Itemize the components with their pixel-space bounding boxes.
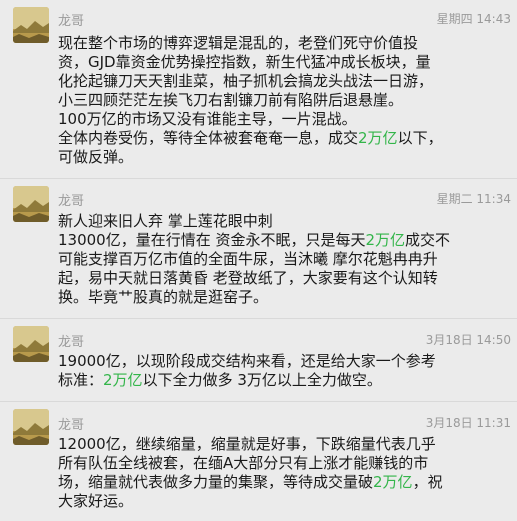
message-item: 龙哥 3月18日 11:31 12000亿，继续缩量，缩量就是好事，下跌缩量代表… [0,402,517,521]
message-line: 换。毕竟艹股真的就是逛窑子。 [58,288,428,307]
message-item: 龙哥 星期四 14:43 现在整个市场的博弈逻辑是混乱的，老登们死守价值投 资，G… [0,0,517,178]
message-content: 12000亿，继续缩量，缩量就是好事，下跌缩量代表几乎 所有队伍全线被套，在缅A大… [58,435,443,511]
message-line: 100万亿的市场又没有谁能主导，一片混战。 [58,110,428,129]
highlighted-amount: 2万亿 [365,231,406,249]
message-line: 现在整个市场的博弈逻辑是混乱的，老登们死守价值投 [58,34,428,53]
message-line: 12000亿，继续缩量，缩量就是好事，下跌缩量代表几乎 [58,435,436,454]
message-text: 场，缩量就代表做多力量的集聚，等待成交量破 [58,473,374,491]
message-text: 13000亿，量在行情在 资金永不眠，只是每天 [58,231,366,249]
highlighted-amount: 2万亿 [373,473,413,491]
message-text: 成交不 [405,231,451,249]
message-line: 全体内卷受伤，等待全体被套奄奄一息，成交2万亿以下， [58,129,443,148]
message-text: 资，GJD靠资金优势操控指数，新生代猛冲成长板块，量 [58,53,431,71]
message-text: 现在整个市场的博弈逻辑是混乱的，老登们死守价值投 [58,34,419,52]
message-text: 以下， [397,129,443,147]
message-line: 可能支撑百万亿市值的全面牛尿，当沐曦 摩尔花魁冉冉升 [58,250,438,269]
avatar[interactable] [13,7,49,43]
message-text: 以下全力做多 3万亿以上全力做空。 [142,371,382,389]
message-line: 可做反弹。 [58,148,428,167]
message-text: 100万亿的市场又没有谁能主导，一片混战。 [58,110,357,128]
message-line: 所有队伍全线被套，在缅A大部分只有上涨才能赚钱的市 [58,454,428,473]
message-text: 小三四顾茫茫左挨飞刀右割镰刀前有陷阱后退悬崖。 [58,91,404,109]
message-time: 3月18日 11:31 [425,416,511,430]
message-text: 换。毕竟艹股真的就是逛窑子。 [58,288,269,306]
message-text: ，祝 [412,473,443,491]
message-time: 星期二 11:34 [436,192,511,206]
highlighted-amount: 2万亿 [103,371,143,389]
message-text: 12000亿，继续缩量，缩量就是好事，下跌缩量代表几乎 [58,435,436,453]
message-item: 龙哥 星期二 11:34 新人迎来旧人弃 掌上莲花眼中刺 13000亿，量在行情在… [0,179,517,318]
avatar-image [13,326,49,362]
message-text: 大家好运。 [58,492,134,510]
message-line: 新人迎来旧人弃 掌上莲花眼中刺 [58,212,428,231]
avatar[interactable] [13,409,49,445]
message-item: 龙哥 3月18日 14:50 19000亿，以现阶段成交结构来看，还是给大家一个… [0,319,517,401]
message-content: 新人迎来旧人弃 掌上莲花眼中刺 13000亿，量在行情在 资金永不眠，只是每天2万… [58,212,450,307]
message-line: 起，易中天就日落黄昏 老登故纸了，大家要有这个认知转 [58,269,438,288]
message-line: 化抡起镰刀天天割韭菜，柚子抓机会搞龙头战法一日游， [58,72,433,91]
message-line: 大家好运。 [58,492,428,511]
message-text: 标准： [58,371,104,389]
avatar-image [13,7,49,43]
avatar[interactable] [13,326,49,362]
message-feed: 龙哥 星期四 14:43 现在整个市场的博弈逻辑是混乱的，老登们死守价值投 资，G… [0,0,517,521]
message-line: 资，GJD靠资金优势操控指数，新生代猛冲成长板块，量 [58,53,431,72]
highlighted-amount: 2万亿 [358,129,398,147]
message-content: 19000亿，以现阶段成交结构来看，还是给大家一个参考 标准：2万亿以下全力做多 … [58,352,436,390]
sender-name: 龙哥 [58,14,85,29]
message-text: 所有队伍全线被套，在缅A大部分只有上涨才能赚钱的市 [58,454,429,472]
message-text: 起，易中天就日落黄昏 老登故纸了，大家要有这个认知转 [58,269,438,287]
avatar-image [13,409,49,445]
message-text: 全体内卷受伤，等待全体被套奄奄一息，成交 [58,129,359,147]
message-line: 标准：2万亿以下全力做多 3万亿以上全力做空。 [58,371,428,390]
message-line: 13000亿，量在行情在 资金永不眠，只是每天2万亿成交不 [58,231,450,250]
avatar-image [13,186,49,222]
avatar[interactable] [13,186,49,222]
message-text: 新人迎来旧人弃 掌上莲花眼中刺 [58,212,273,230]
sender-name: 龙哥 [58,335,85,350]
message-text: 可做反弹。 [58,148,134,166]
message-content: 现在整个市场的博弈逻辑是混乱的，老登们死守价值投 资，GJD靠资金优势操控指数，新… [58,34,443,167]
message-text: 可能支撑百万亿市值的全面牛尿，当沐曦 摩尔花魁冉冉升 [58,250,438,268]
message-line: 场，缩量就代表做多力量的集聚，等待成交量破2万亿，祝 [58,473,443,492]
message-text: 19000亿，以现阶段成交结构来看，还是给大家一个参考 [58,352,436,370]
message-line: 19000亿，以现阶段成交结构来看，还是给大家一个参考 [58,352,436,371]
message-text: 化抡起镰刀天天割韭菜，柚子抓机会搞龙头战法一日游， [58,72,434,90]
sender-name: 龙哥 [58,418,85,433]
message-time: 星期四 14:43 [436,12,511,26]
sender-name: 龙哥 [58,194,85,209]
message-line: 小三四顾茫茫左挨飞刀右割镰刀前有陷阱后退悬崖。 [58,91,428,110]
message-time: 3月18日 14:50 [425,333,511,347]
